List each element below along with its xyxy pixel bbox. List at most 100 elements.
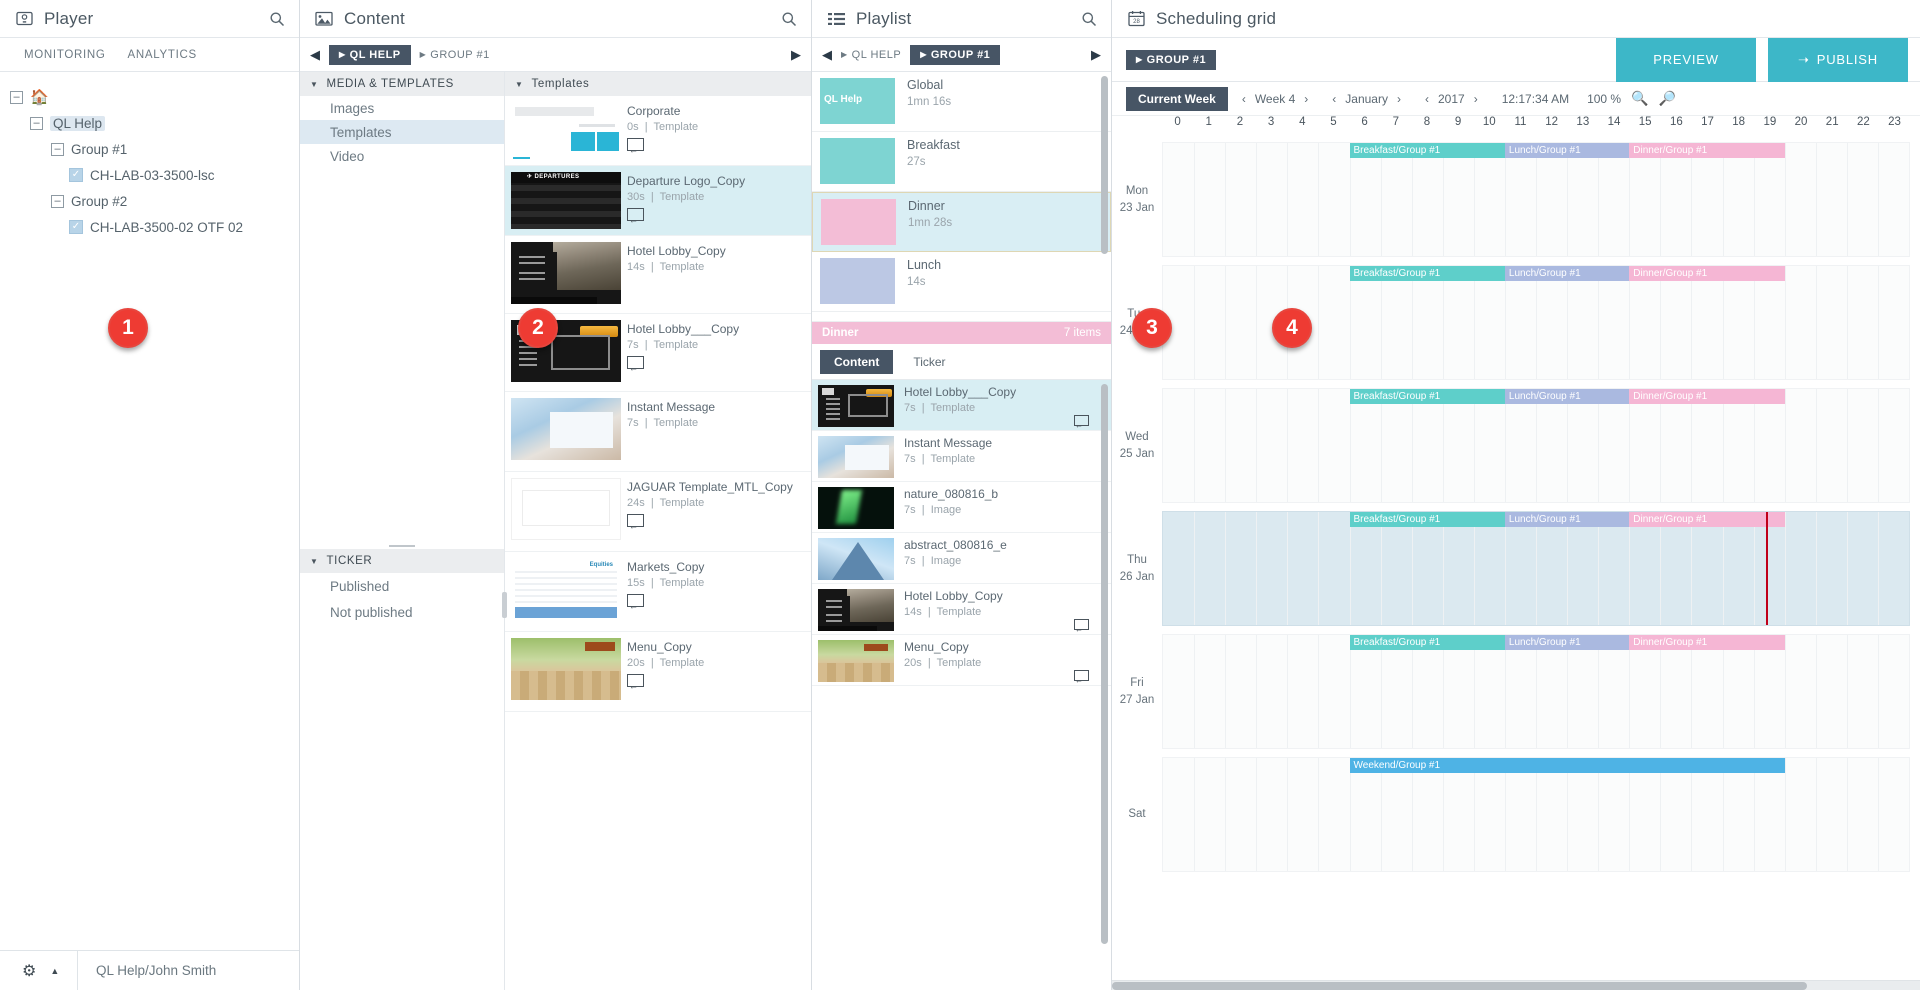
section-media-templates-header[interactable]: ▼ MEDIA & TEMPLATES — [300, 72, 504, 96]
day-track[interactable]: Breakfast/Group #1 Lunch/Group #1 Dinner/G… — [1162, 634, 1910, 749]
breadcrumb-item-ql-help[interactable]: ▶ QL HELP — [841, 49, 901, 61]
day-track[interactable]: Breakfast/Group #1 Lunch/Group #1 Dinner/G… — [1162, 511, 1910, 626]
year-next-icon[interactable]: › — [1474, 92, 1478, 106]
breadcrumb-next-icon[interactable]: ▶ — [1091, 47, 1101, 63]
playlist-row[interactable]: QL Help Global 1mn 16s — [812, 72, 1111, 132]
tree-row-group-2[interactable]: – Group #2 — [0, 188, 299, 214]
schedule-event[interactable]: Dinner/Group #1 — [1629, 512, 1785, 527]
tree-row-group-1[interactable]: – Group #1 — [0, 136, 299, 162]
breadcrumb-item-group-1[interactable]: ▶ GROUP #1 — [910, 44, 1001, 65]
grid-horizontal-scrollbar[interactable] — [1112, 980, 1920, 990]
template-row[interactable]: Menu_Copy 20s | Template — [505, 632, 811, 712]
schedule-event[interactable]: Lunch/Group #1 — [1504, 635, 1630, 650]
schedule-event[interactable]: Lunch/Group #1 — [1504, 389, 1630, 404]
panel-splitter-handle[interactable] — [502, 592, 507, 618]
tab-content[interactable]: Content — [820, 349, 894, 374]
item-name: Instant Message — [904, 436, 993, 450]
category-splitter-handle[interactable] — [300, 538, 504, 549]
category-item-images[interactable]: Images — [300, 96, 504, 120]
playlist-item-row[interactable]: Menu_Copy 20s | Template — [812, 635, 1111, 686]
template-thumbnail: ✈ DEPARTURES — [511, 172, 621, 229]
schedule-event[interactable]: Lunch/Group #1 — [1504, 143, 1630, 158]
checkbox-checked-icon[interactable]: ✓ — [69, 168, 83, 182]
hour-tick: 10 — [1482, 116, 1496, 128]
template-row[interactable]: Equities Markets_Copy 15s | Template — [505, 552, 811, 632]
week-next-icon[interactable]: › — [1304, 92, 1308, 106]
breadcrumb-item-ql-help[interactable]: ▶ QL HELP — [329, 44, 411, 65]
tab-monitoring[interactable]: MONITORING — [24, 49, 106, 61]
caret-up-icon[interactable]: ▲ — [50, 966, 59, 976]
collapse-toggle-icon[interactable]: – — [30, 116, 43, 130]
schedule-event[interactable]: Dinner/Group #1 — [1629, 389, 1785, 404]
playlist-scrollbar[interactable] — [1101, 76, 1108, 254]
schedule-event[interactable]: Lunch/Group #1 — [1504, 266, 1630, 281]
schedule-event[interactable]: Breakfast/Group #1 — [1349, 143, 1505, 158]
month-next-icon[interactable]: › — [1397, 92, 1401, 106]
schedule-event[interactable]: Dinner/Group #1 — [1629, 635, 1785, 650]
template-row[interactable]: Hotel Lobby_Copy 14s | Template — [505, 236, 811, 314]
playlist-row[interactable]: Lunch 14s — [812, 252, 1111, 312]
playlist-item-row[interactable]: Instant Message 7s | Template — [812, 431, 1111, 482]
template-row[interactable]: ✈ DEPARTURES Departure Logo_Copy 30s | T… — [505, 166, 811, 236]
collapse-toggle-icon[interactable]: – — [10, 90, 23, 104]
tree-row-ql-help[interactable]: – QL Help — [0, 110, 299, 136]
hour-gridline — [1784, 635, 1786, 748]
collapse-toggle-icon[interactable]: – — [51, 194, 64, 208]
template-name: Menu_Copy — [627, 640, 692, 654]
tree-row-player-1[interactable]: ✓ CH-LAB-03-3500-lsc — [0, 162, 299, 188]
collapse-toggle-icon[interactable]: – — [51, 142, 64, 156]
day-track[interactable]: Breakfast/Group #1 Lunch/Group #1 Dinner/G… — [1162, 388, 1910, 503]
day-track[interactable]: Breakfast/Group #1 Lunch/Group #1 Dinner/G… — [1162, 142, 1910, 257]
breadcrumb-item-group-1[interactable]: ▶ GROUP #1 — [420, 49, 490, 61]
gear-icon[interactable]: ⚙ — [22, 961, 36, 981]
schedule-event[interactable]: Dinner/Group #1 — [1629, 266, 1785, 281]
search-icon[interactable] — [781, 11, 797, 27]
schedule-event[interactable]: Dinner/Group #1 — [1629, 143, 1785, 158]
category-item-video[interactable]: Video — [300, 144, 504, 168]
tab-ticker[interactable]: Ticker — [899, 350, 959, 374]
playlist-name: Lunch — [907, 258, 942, 272]
year-prev-icon[interactable]: ‹ — [1425, 92, 1429, 106]
month-prev-icon[interactable]: ‹ — [1332, 92, 1336, 106]
schedule-event[interactable]: Breakfast/Group #1 — [1349, 389, 1505, 404]
schedule-event[interactable]: Breakfast/Group #1 — [1349, 512, 1505, 527]
schedule-event[interactable]: Breakfast/Group #1 — [1349, 266, 1505, 281]
category-item-templates[interactable]: Templates — [300, 120, 504, 144]
tree-row-player-2[interactable]: ✓ CH-LAB-3500-02 OTF 02 — [0, 214, 299, 240]
playlist-item-row[interactable]: Hotel Lobby___Copy 7s | Template — [812, 380, 1111, 431]
schedule-event[interactable]: Lunch/Group #1 — [1504, 512, 1630, 527]
breadcrumb-item-group-1[interactable]: ▶ GROUP #1 — [1126, 49, 1217, 70]
tree-row-root[interactable]: – 🏠 — [0, 84, 299, 110]
playlist-item-row[interactable]: nature_080816_b 7s | Image — [812, 482, 1111, 533]
playlist-items-scrollbar[interactable] — [1101, 384, 1108, 944]
category-item-not-published[interactable]: Not published — [300, 599, 504, 625]
week-prev-icon[interactable]: ‹ — [1242, 92, 1246, 106]
day-track[interactable]: Weekend/Group #1 — [1162, 757, 1910, 872]
playlist-row[interactable]: Dinner 1mn 28s — [812, 192, 1111, 252]
schedule-event[interactable]: Weekend/Group #1 — [1349, 758, 1785, 773]
template-row[interactable]: Corporate 0s | Template — [505, 96, 811, 166]
tab-analytics[interactable]: ANALYTICS — [128, 49, 197, 61]
category-item-published[interactable]: Published — [300, 573, 504, 599]
zoom-out-icon[interactable]: 🔎 — [1659, 90, 1676, 107]
search-icon[interactable] — [269, 11, 285, 27]
hour-gridline — [1349, 512, 1351, 625]
breadcrumb-prev-icon[interactable]: ◀ — [822, 47, 832, 63]
section-ticker-header[interactable]: ▼ TICKER — [300, 549, 504, 573]
schedule-event[interactable]: Breakfast/Group #1 — [1349, 635, 1505, 650]
template-row[interactable]: JAGUAR Template_MTL_Copy 24s | Template — [505, 472, 811, 552]
playlist-item-row[interactable]: Hotel Lobby_Copy 14s | Template — [812, 584, 1111, 635]
item-name: Hotel Lobby_Copy — [904, 589, 1003, 603]
playlist-row[interactable]: Breakfast 27s — [812, 132, 1111, 192]
checkbox-checked-icon[interactable]: ✓ — [69, 220, 83, 234]
breadcrumb-next-icon[interactable]: ▶ — [791, 47, 801, 63]
template-row[interactable]: Instant Message 7s | Template — [505, 392, 811, 472]
zoom-in-icon[interactable]: 🔍 — [1631, 90, 1648, 107]
preview-button[interactable]: PREVIEW — [1616, 37, 1756, 82]
current-week-button[interactable]: Current Week — [1126, 86, 1228, 111]
playlist-item-row[interactable]: abstract_080816_e 7s | Image — [812, 533, 1111, 584]
search-icon[interactable] — [1081, 11, 1097, 27]
breadcrumb-prev-icon[interactable]: ◀ — [310, 47, 320, 63]
templates-list-header[interactable]: ▼ Templates — [505, 72, 811, 96]
publish-button[interactable]: ➝ PUBLISH — [1768, 37, 1908, 82]
